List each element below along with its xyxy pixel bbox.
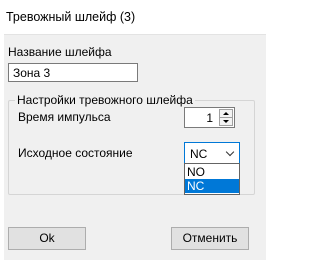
chevron-down-icon [225, 147, 235, 157]
pulse-time-value: 1 [206, 111, 213, 125]
settings-group-legend: Настройки тревожного шлейфа [15, 93, 195, 107]
pulse-time-label: Время импульса [18, 110, 111, 124]
loop-name-input[interactable]: Зона 3 [8, 63, 138, 82]
down-arrow-icon [223, 119, 229, 123]
window-title: Тревожный шлейф (3) [6, 10, 136, 24]
option-no[interactable]: NO [185, 165, 239, 179]
dialog-window: Тревожный шлейф (3) Название шлейфа Зона… [0, 0, 271, 260]
initial-state-value: NC [190, 147, 208, 161]
cancel-button[interactable]: Отменить [171, 227, 249, 250]
spinner-buttons [219, 109, 233, 126]
up-arrow-icon [223, 112, 229, 115]
option-nc[interactable]: NC [185, 179, 239, 193]
initial-state-dropdown: NO NC [184, 163, 240, 195]
ok-button[interactable]: Ok [8, 227, 86, 250]
initial-state-select[interactable]: NC [184, 142, 240, 164]
spinner-down-button[interactable] [220, 118, 232, 126]
spinner-up-button[interactable] [220, 110, 232, 118]
loop-name-label: Название шлейфа [8, 45, 112, 59]
pulse-time-spinner[interactable]: 1 [184, 107, 235, 128]
initial-state-label: Исходное состояние [18, 146, 133, 160]
